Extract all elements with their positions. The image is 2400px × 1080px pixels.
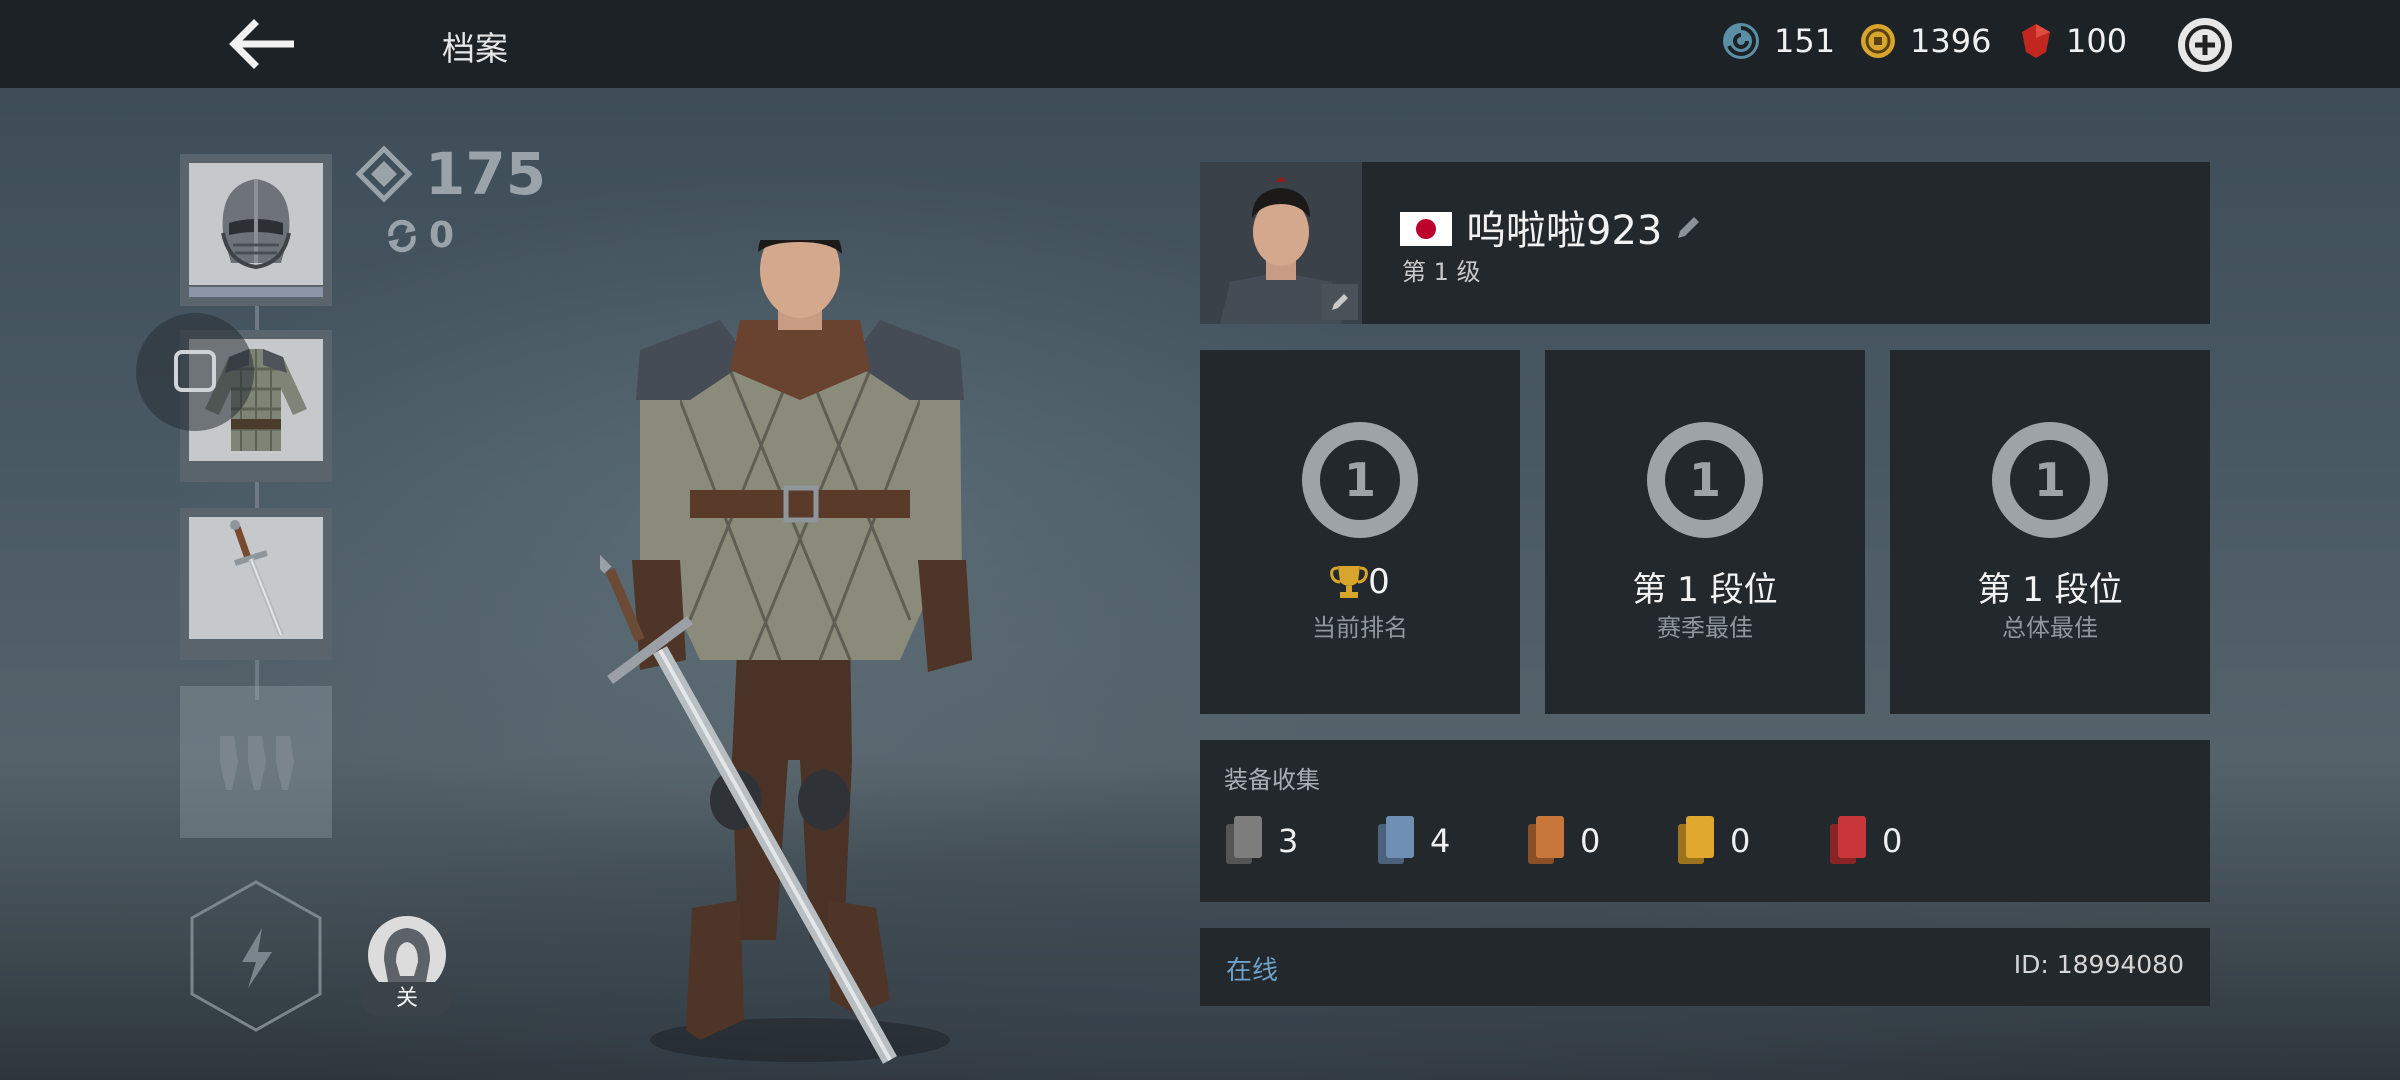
player-id: ID: 18994080	[2013, 950, 2184, 979]
collection-label: 装备收集	[1224, 766, 1320, 794]
overall-best-card[interactable]: 1 第 1 段位 总体最佳	[1890, 350, 2210, 714]
card-stack-icon	[1378, 816, 1414, 864]
epic-gear-count: 0	[1526, 814, 1600, 868]
rank-emblem-icon: 1	[1302, 422, 1418, 538]
back-arrow-icon	[229, 19, 294, 69]
profile-panel: 呜啦啦923 第 1 级	[1200, 162, 2210, 324]
steel-value: 151	[1774, 22, 1836, 60]
coin-value: 1396	[1910, 22, 1992, 60]
plus-circle-icon	[2185, 25, 2225, 65]
coin-currency[interactable]: 1396	[1860, 22, 1991, 60]
country-flag-japan	[1400, 212, 1452, 246]
camera-toggle-button[interactable]	[136, 313, 254, 431]
pencil-icon	[1678, 217, 1699, 238]
reroll-value: 0	[429, 215, 455, 256]
ruby-icon	[2022, 24, 2050, 58]
top-bar: 档案 151 1396 100	[0, 0, 2400, 88]
epic-count: 0	[1580, 822, 1601, 860]
rare-count: 4	[1430, 822, 1451, 860]
legendary-gear-count: 0	[1676, 814, 1750, 868]
ability-slot[interactable]	[186, 878, 326, 1034]
overall-best-value: 第 1 段位	[1977, 570, 2123, 610]
square-icon	[174, 350, 216, 392]
card-stack-icon	[1830, 816, 1866, 864]
current-rank-label: 当前排名	[1312, 614, 1408, 642]
reroll-count: 0	[383, 215, 454, 256]
add-currency-button[interactable]	[2178, 18, 2232, 72]
rank-emblem-icon: 1	[1647, 422, 1763, 538]
helmet-slot[interactable]	[180, 154, 332, 306]
lightning-icon	[190, 880, 322, 1032]
helmet-icon	[221, 179, 291, 270]
overall-best-label: 总体最佳	[2002, 614, 2098, 642]
character-model	[600, 240, 972, 1064]
ruby-value: 100	[2066, 22, 2128, 60]
status-bar: 在线 ID: 18994080	[1200, 928, 2210, 1006]
gear-score-value: 175	[425, 140, 547, 208]
card-stack-icon	[1528, 816, 1564, 864]
steel-swirl-icon	[1723, 23, 1759, 59]
avatar-edit-button[interactable]	[1322, 284, 1358, 320]
svg-text:1: 1	[1689, 453, 1721, 507]
player-level: 第 1 级	[1402, 258, 1481, 286]
online-status: 在线	[1226, 956, 1279, 986]
card-stack-icon	[1678, 816, 1714, 864]
svg-text:1: 1	[2034, 453, 2066, 507]
page-title: 档案	[442, 29, 508, 68]
rare-gear-count: 4	[1376, 814, 1450, 868]
legendary-count: 0	[1730, 822, 1751, 860]
season-best-card[interactable]: 1 第 1 段位 赛季最佳	[1545, 350, 1865, 714]
hood-toggle-label: 关	[362, 982, 452, 1016]
common-gear-count: 3	[1224, 814, 1298, 868]
throwing-knives-icon	[220, 736, 294, 790]
svg-text:1: 1	[1344, 453, 1376, 507]
season-best-value: 第 1 段位	[1632, 570, 1778, 610]
common-count: 3	[1278, 822, 1299, 860]
player-avatar[interactable]	[1200, 162, 1362, 324]
coin-icon	[1861, 24, 1895, 58]
card-stack-icon	[1226, 816, 1262, 864]
trophy-icon	[1330, 566, 1369, 598]
current-rank-number: 0	[1368, 562, 1390, 602]
mythic-count: 0	[1882, 822, 1903, 860]
gear-score-icon	[355, 145, 413, 203]
back-button[interactable]	[222, 14, 298, 74]
ranged-slot[interactable]	[180, 686, 332, 838]
rank-emblem-icon: 1	[1992, 422, 2108, 538]
gear-collection-panel[interactable]: 装备收集 3 4 0 0 0	[1200, 740, 2210, 902]
hood-toggle-button[interactable]: 关	[362, 916, 452, 1016]
gear-score: 175	[355, 140, 546, 208]
name-edit-button[interactable]	[1674, 212, 1704, 246]
player-name: 呜啦啦923	[1466, 208, 1663, 254]
helmet-slot-highlight	[189, 287, 323, 297]
pencil-icon	[1332, 294, 1348, 310]
current-rank-value: 0	[1200, 562, 1520, 602]
season-best-label: 赛季最佳	[1657, 614, 1753, 642]
ruby-currency[interactable]: 100	[2020, 22, 2127, 60]
current-rank-card[interactable]: 1 0 当前排名	[1200, 350, 1520, 714]
steel-currency[interactable]: 151	[1722, 22, 1835, 60]
weapon-slot[interactable]	[180, 508, 332, 660]
sword-icon	[230, 520, 284, 637]
reroll-icon	[388, 219, 416, 252]
mythic-gear-count: 0	[1828, 814, 1902, 868]
